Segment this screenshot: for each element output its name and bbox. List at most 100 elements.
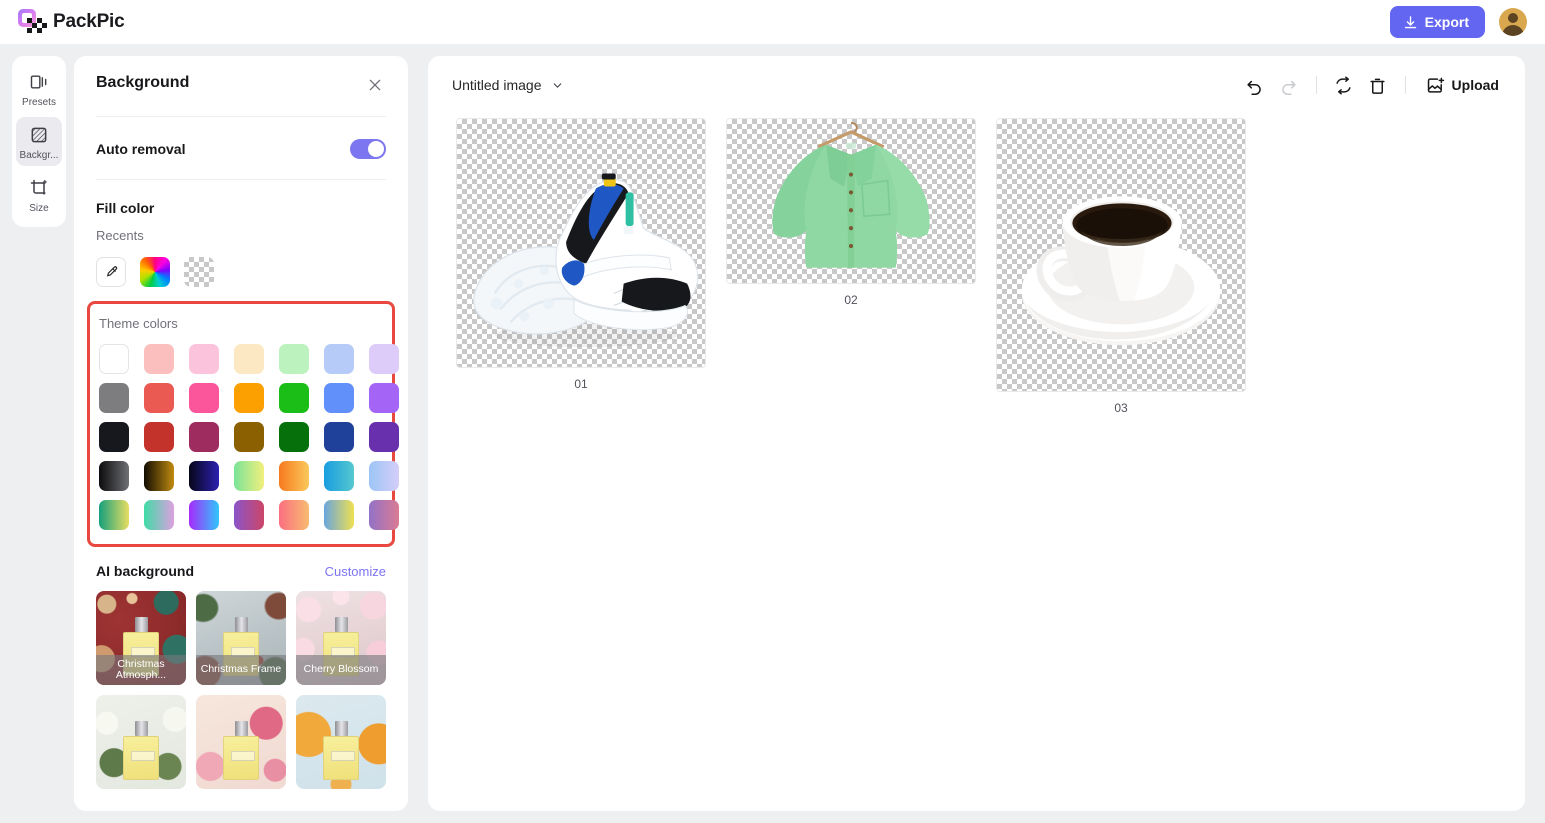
layers-icon: [28, 71, 50, 93]
rail-item-size[interactable]: Size: [16, 170, 62, 219]
theme-swatch-blue-to-yellow-gradient[interactable]: [324, 500, 354, 530]
ai-background-label: AI background: [96, 563, 195, 579]
theme-swatch-navy-blue[interactable]: [324, 422, 354, 452]
theme-swatch-purple-to-red-gradient[interactable]: [234, 500, 264, 530]
panel-title: Background: [96, 74, 190, 91]
ai-background-card[interactable]: [96, 695, 186, 789]
ai-background-card[interactable]: [296, 695, 386, 789]
brand: PackPic: [18, 9, 125, 35]
rail-item-background[interactable]: Backgr...: [16, 117, 62, 166]
theme-swatch-pink-to-orange-gradient[interactable]: [279, 500, 309, 530]
theme-swatch-teal-to-pink-gradient[interactable]: [144, 500, 174, 530]
theme-swatch-near-black[interactable]: [99, 422, 129, 452]
image-plus-icon: [1427, 77, 1444, 93]
top-bar: PackPic Export: [0, 0, 1545, 44]
rainbow-swatch[interactable]: [140, 257, 170, 287]
perfume-bottle-icon: [123, 721, 159, 780]
recents-label: Recents: [96, 228, 144, 243]
redo-button: [1272, 70, 1306, 100]
upload-button[interactable]: Upload: [1416, 76, 1503, 95]
image-thumbnail-03[interactable]: [996, 118, 1246, 392]
packpic-logo-icon: [18, 9, 47, 35]
ai-background-grid: Christmas Atmosph... Christmas Frame Cherr…: [96, 591, 386, 789]
theme-swatch-black-to-gold-gradient[interactable]: [144, 461, 174, 491]
ai-background-title: Christmas Atmosph...: [96, 655, 186, 685]
theme-swatch-dark-green[interactable]: [279, 422, 309, 452]
chevron-down-icon: [553, 82, 561, 88]
theme-swatch-light-salmon[interactable]: [144, 344, 174, 374]
ai-background-card[interactable]: Christmas Atmosph...: [96, 591, 186, 685]
green-shirt-image: [772, 121, 930, 268]
customize-link[interactable]: Customize: [325, 564, 386, 579]
ai-background-card[interactable]: [196, 695, 286, 789]
theme-swatch-light-pink[interactable]: [189, 344, 219, 374]
crop-magic-icon: [28, 177, 50, 199]
ai-background-card[interactable]: Cherry Blossom: [296, 591, 386, 685]
coffee-cup-image: [1021, 196, 1221, 346]
ai-background-title: Cherry Blossom: [296, 655, 386, 685]
theme-colors-label: Theme colors: [99, 316, 178, 331]
theme-colors-section: Theme colors: [87, 301, 399, 547]
perfume-bottle-icon: [223, 721, 259, 780]
theme-swatch-teal-to-yellow-gradient[interactable]: [99, 500, 129, 530]
user-avatar-icon[interactable]: [1499, 8, 1527, 36]
sneakers-image: [473, 173, 699, 348]
image-caption: 02: [844, 293, 858, 307]
ai-background-card[interactable]: Christmas Frame: [196, 591, 286, 685]
auto-removal-label: Auto removal: [96, 141, 186, 157]
theme-swatch-purple[interactable]: [369, 383, 399, 413]
background-panel: Background Auto removal Fill color Recen…: [74, 56, 408, 811]
transparent-swatch[interactable]: [184, 257, 214, 287]
theme-swatch-blue[interactable]: [324, 383, 354, 413]
theme-swatch-brick-red[interactable]: [144, 422, 174, 452]
ai-background-title: Christmas Frame: [196, 655, 286, 685]
export-button[interactable]: Export: [1389, 6, 1485, 38]
theme-swatch-orange[interactable]: [234, 383, 264, 413]
rail-item-presets[interactable]: Presets: [16, 64, 62, 113]
theme-swatch-light-cream[interactable]: [234, 344, 264, 374]
divider: [96, 179, 386, 180]
image-card: 02: [726, 118, 976, 307]
image-thumbnail-02[interactable]: [726, 118, 976, 284]
theme-swatch-hot-pink[interactable]: [189, 383, 219, 413]
theme-swatch-green-to-yellow-gradient[interactable]: [234, 461, 264, 491]
close-icon[interactable]: [364, 74, 386, 96]
document-name-dropdown[interactable]: Untitled image: [452, 77, 564, 93]
theme-swatch-light-green[interactable]: [279, 344, 309, 374]
rail-label-size: Size: [29, 203, 49, 214]
tool-rail: Presets Backgr... Size: [12, 56, 66, 227]
eyedropper-swatch[interactable]: [96, 257, 126, 287]
theme-swatch-gray[interactable]: [99, 383, 129, 413]
theme-colors-grid: [99, 344, 399, 530]
delete-button[interactable]: [1361, 70, 1395, 100]
download-icon: [1404, 15, 1416, 28]
theme-swatch-green[interactable]: [279, 383, 309, 413]
replace-button[interactable]: [1327, 70, 1361, 100]
theme-swatch-light-lavender[interactable]: [369, 344, 399, 374]
theme-swatch-purple-to-pink-gradient[interactable]: [369, 500, 399, 530]
theme-swatch-magenta-maroon[interactable]: [189, 422, 219, 452]
divider: [96, 116, 386, 117]
theme-swatch-blue-to-lavender-gradient[interactable]: [369, 461, 399, 491]
theme-swatch-black-to-indigo-gradient[interactable]: [189, 461, 219, 491]
theme-swatch-white[interactable]: [99, 344, 129, 374]
theme-swatch-black-to-gray-gradient[interactable]: [99, 461, 129, 491]
undo-button[interactable]: [1238, 70, 1272, 100]
canvas-toolbar: Untitled image Upload: [428, 56, 1525, 114]
theme-swatch-dark-olive[interactable]: [234, 422, 264, 452]
theme-swatch-blue-to-cyan-gradient[interactable]: [324, 461, 354, 491]
image-thumbnail-01[interactable]: [456, 118, 706, 368]
image-caption: 03: [1114, 401, 1128, 415]
theme-swatch-coral-red[interactable]: [144, 383, 174, 413]
perfume-bottle-icon: [323, 721, 359, 780]
theme-swatch-dark-purple[interactable]: [369, 422, 399, 452]
workspace: Presets Backgr... Size Background Auto r…: [0, 44, 1545, 823]
theme-swatch-purple-to-cyan-gradient[interactable]: [189, 500, 219, 530]
theme-swatch-light-blue[interactable]: [324, 344, 354, 374]
theme-swatch-orange-to-yellow-gradient[interactable]: [279, 461, 309, 491]
image-grid: 01 02 03: [428, 114, 1525, 415]
upload-label: Upload: [1451, 77, 1499, 93]
document-name: Untitled image: [452, 77, 542, 93]
auto-removal-toggle[interactable]: [350, 139, 386, 159]
redo-icon: [1282, 80, 1296, 95]
